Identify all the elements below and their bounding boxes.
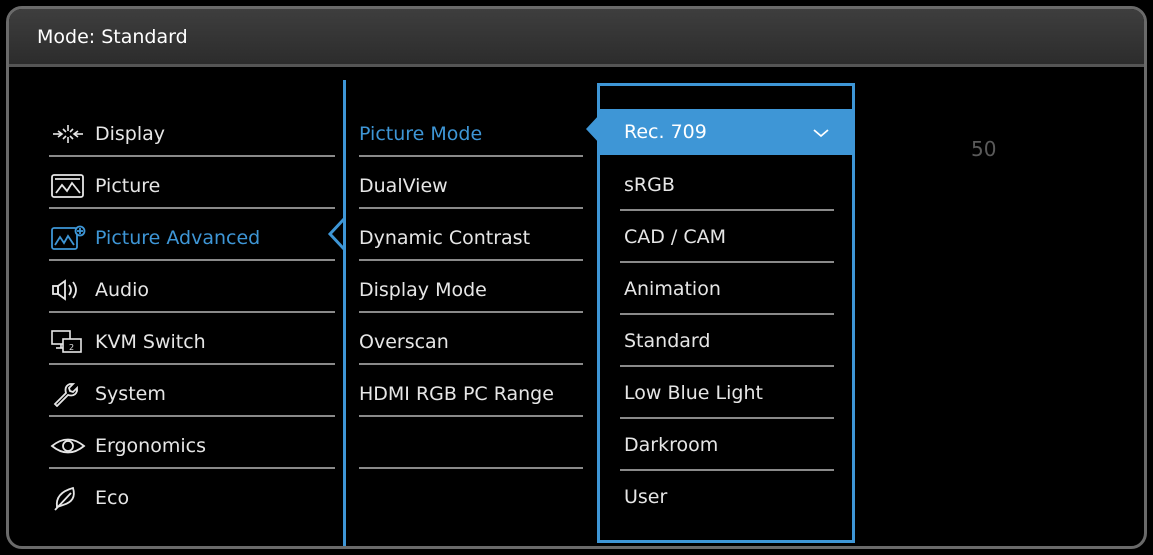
option-cad-cam[interactable]: CAD / CAM <box>624 215 834 259</box>
menu-item-kvm-switch[interactable]: 2 KVM Switch <box>49 320 331 364</box>
picture-mode-options: Rec. 709 sRGB CAD / CAM Animation Standa… <box>597 83 855 543</box>
menu-item-label: Display <box>95 123 166 145</box>
picture-advanced-icon <box>49 225 87 251</box>
option-animation[interactable]: Animation <box>624 267 834 311</box>
menu-item-label: Audio <box>95 279 150 301</box>
option-srgb[interactable]: sRGB <box>624 163 834 207</box>
kvm-switch-icon: 2 <box>49 329 87 355</box>
option-label: Standard <box>624 330 711 352</box>
menu-item-ergonomics[interactable]: Ergonomics <box>49 424 331 468</box>
mode-title: Mode: Standard <box>37 26 188 48</box>
submenu-item-label: Dynamic Contrast <box>359 227 531 249</box>
submenu-item-picture-mode[interactable]: Picture Mode <box>359 112 583 156</box>
option-rec-709[interactable]: Rec. 709 <box>600 109 852 155</box>
menu-item-picture-advanced[interactable]: Picture Advanced <box>49 216 331 260</box>
option-label: Rec. 709 <box>624 121 707 143</box>
menu-item-eco[interactable]: Eco <box>49 476 331 520</box>
ergonomics-icon <box>49 433 87 459</box>
menu-item-label: Eco <box>95 487 130 509</box>
menu-item-label: System <box>95 383 166 405</box>
option-label: Low Blue Light <box>624 382 763 404</box>
svg-text:2: 2 <box>69 343 74 352</box>
menu-item-label: Picture Advanced <box>95 227 261 249</box>
option-standard[interactable]: Standard <box>624 319 834 363</box>
option-label: CAD / CAM <box>624 226 727 248</box>
value-readout: 50 <box>971 137 997 161</box>
submenu-item-dualview[interactable]: DualView <box>359 164 583 208</box>
option-low-blue-light[interactable]: Low Blue Light <box>624 371 834 415</box>
option-label: User <box>624 486 668 508</box>
menu-item-system[interactable]: System <box>49 372 331 416</box>
menu-item-display[interactable]: Display <box>49 112 331 156</box>
menu-item-label: Ergonomics <box>95 435 206 457</box>
osd-menu-window: Mode: Standard Display Picture Picture A… <box>6 6 1147 549</box>
submenu-divider <box>343 80 346 546</box>
submenu-item-dynamic-contrast[interactable]: Dynamic Contrast <box>359 216 583 260</box>
system-icon <box>49 381 87 407</box>
menu-item-label: Picture <box>95 175 161 197</box>
submenu-item-label: Picture Mode <box>359 123 483 145</box>
option-label: sRGB <box>624 174 675 196</box>
option-label: Darkroom <box>624 434 719 456</box>
check-icon <box>813 129 829 138</box>
picture-icon <box>49 173 87 199</box>
submenu-item-label: DualView <box>359 175 448 197</box>
menu-item-audio[interactable]: Audio <box>49 268 331 312</box>
active-pointer-icon <box>327 217 346 251</box>
menu-item-label: KVM Switch <box>95 331 206 353</box>
option-darkroom[interactable]: Darkroom <box>624 423 834 467</box>
display-icon <box>49 121 87 147</box>
option-label: Animation <box>624 278 721 300</box>
menu-item-picture[interactable]: Picture <box>49 164 331 208</box>
submenu-item-display-mode[interactable]: Display Mode <box>359 268 583 312</box>
submenu-item-hdmi-rgb-pc-range[interactable]: HDMI RGB PC Range <box>359 372 583 416</box>
submenu-item-label: Overscan <box>359 331 449 353</box>
audio-icon <box>49 277 87 303</box>
submenu-item-overscan[interactable]: Overscan <box>359 320 583 364</box>
submenu-item-label: HDMI RGB PC Range <box>359 383 554 405</box>
submenu: Picture Mode DualView Dynamic Contrast D… <box>359 104 583 544</box>
option-user[interactable]: User <box>624 475 834 519</box>
eco-icon <box>49 485 87 511</box>
main-menu: Display Picture Picture Advanced Audio 2… <box>49 104 335 544</box>
title-bar: Mode: Standard <box>9 9 1144 67</box>
submenu-item-label: Display Mode <box>359 279 487 301</box>
